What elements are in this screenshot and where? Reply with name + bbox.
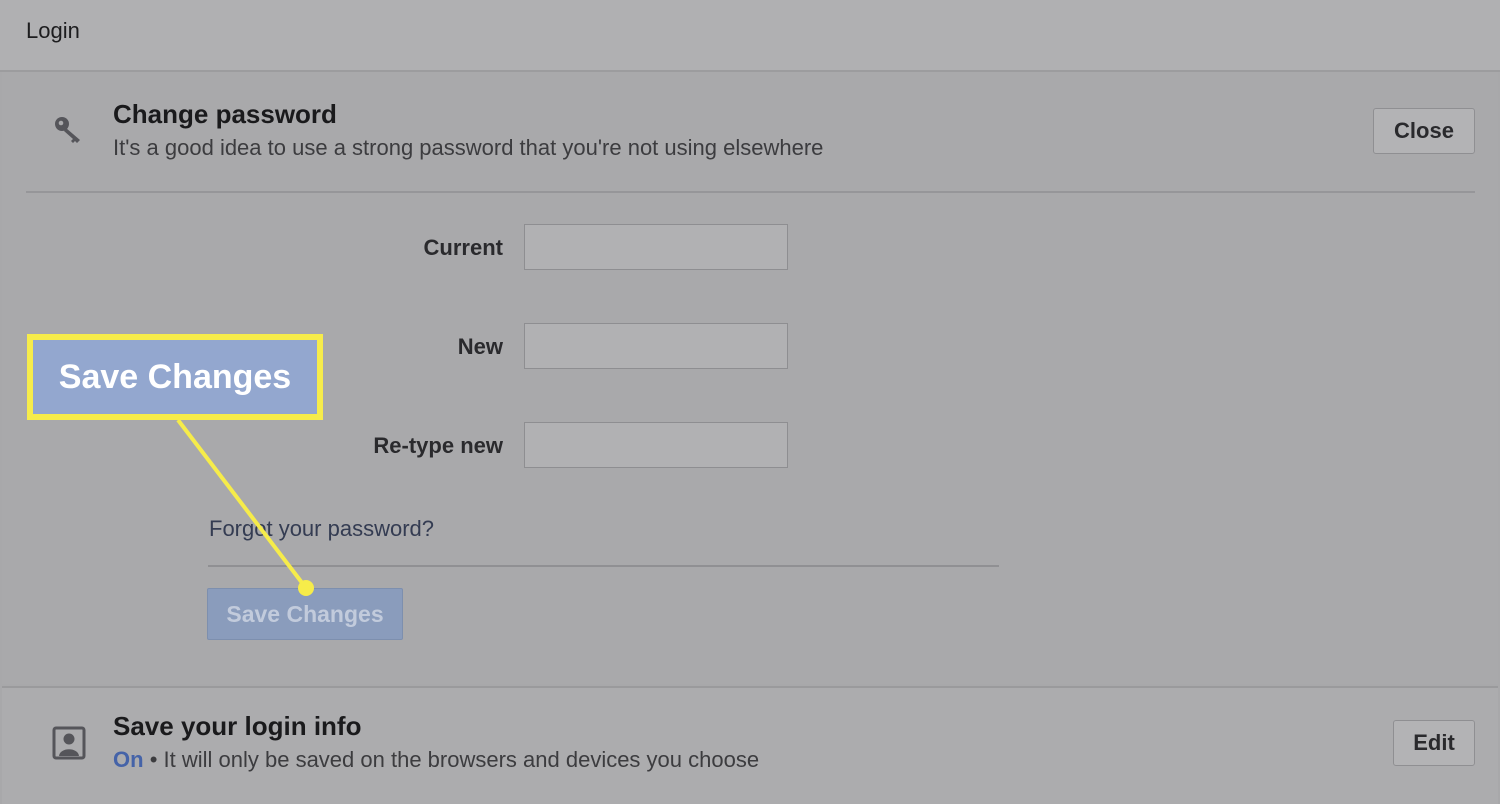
divider xyxy=(26,191,1475,193)
login-info-description: It will only be saved on the browsers an… xyxy=(163,747,760,772)
edit-button[interactable]: Edit xyxy=(1393,720,1475,766)
retype-password-input[interactable] xyxy=(524,422,788,468)
person-icon xyxy=(52,726,86,760)
login-info-subtitle: On • It will only be saved on the browse… xyxy=(113,747,759,773)
save-changes-button[interactable]: Save Changes xyxy=(207,588,403,640)
status-separator: • xyxy=(149,747,158,772)
settings-header: Login xyxy=(0,0,1500,72)
login-info-section xyxy=(2,686,1498,804)
form-divider xyxy=(208,565,999,567)
status-on-label: On xyxy=(113,747,144,772)
key-icon xyxy=(55,117,80,143)
callout-label: Save Changes xyxy=(58,358,292,396)
change-password-title: Change password xyxy=(113,99,337,129)
current-password-label: Current xyxy=(423,235,503,260)
new-password-input[interactable] xyxy=(524,323,788,369)
close-button[interactable]: Close xyxy=(1373,108,1475,154)
forgot-password-link[interactable]: Forgot your password? xyxy=(209,516,434,542)
retype-password-label: Re-type new xyxy=(373,433,503,458)
section-title: Login xyxy=(26,18,80,43)
current-password-input[interactable] xyxy=(524,224,788,270)
login-info-title: Save your login info xyxy=(113,711,362,741)
save-changes-callout: Save Changes xyxy=(27,334,323,420)
change-password-subtitle: It's a good idea to use a strong passwor… xyxy=(113,135,824,160)
